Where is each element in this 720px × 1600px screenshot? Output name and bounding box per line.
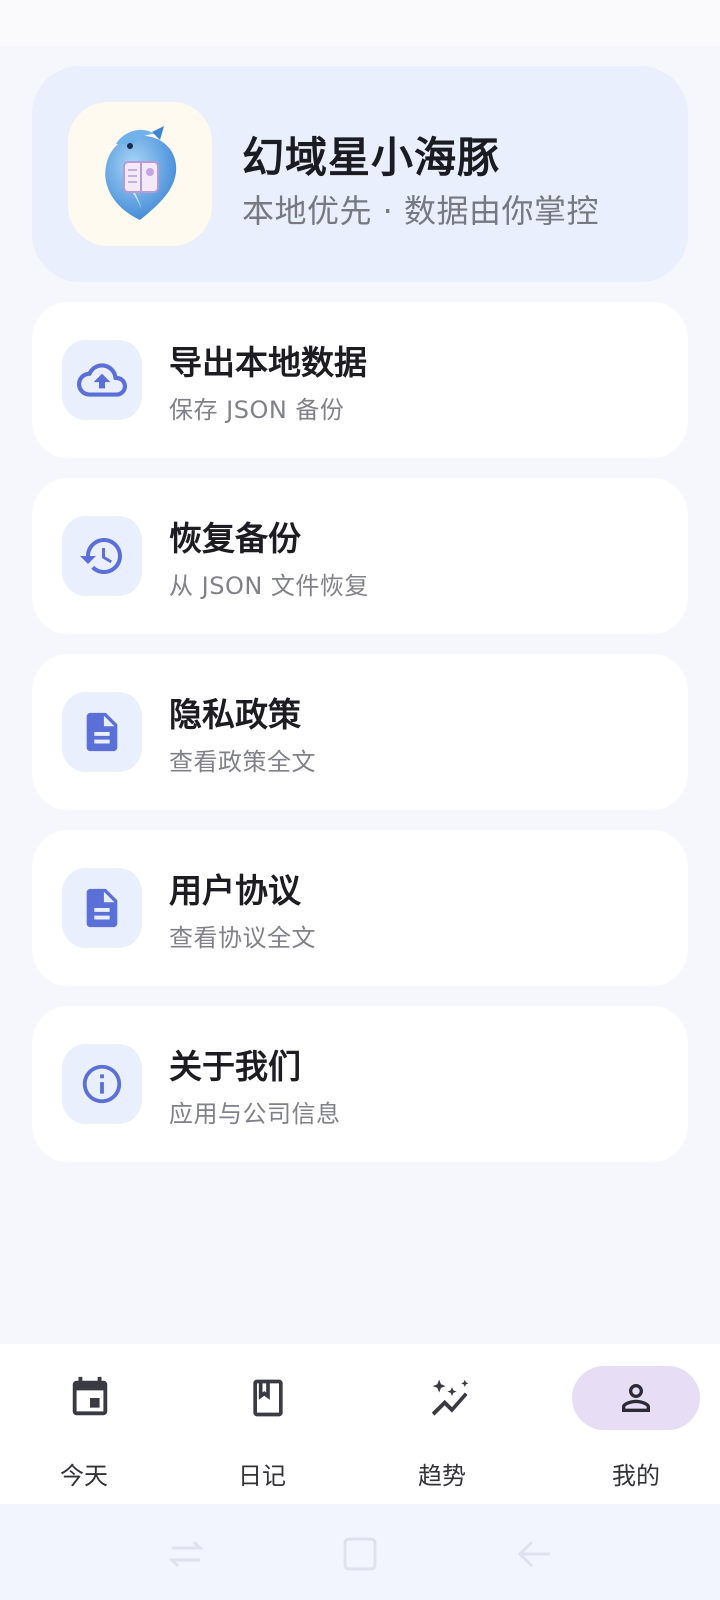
document-icon bbox=[86, 888, 118, 928]
nav-tab-me[interactable]: 我的 bbox=[540, 1344, 720, 1504]
menu-item-privacy-policy[interactable]: 隐私政策 查看政策全文 bbox=[32, 654, 688, 810]
recent-apps-icon bbox=[168, 1540, 204, 1568]
cloud-upload-icon bbox=[77, 363, 127, 397]
app-name: 幻域星小海豚 bbox=[242, 133, 501, 182]
menu-icon-box bbox=[62, 340, 142, 420]
menu-title: 恢复备份 bbox=[169, 519, 301, 558]
nav-icon-container-active bbox=[572, 1366, 700, 1430]
menu-item-export-data[interactable]: 导出本地数据 保存 JSON 备份 bbox=[32, 302, 688, 458]
recent-apps-button[interactable] bbox=[166, 1534, 206, 1574]
nav-icon-container bbox=[204, 1366, 332, 1430]
nav-icon-container bbox=[388, 1366, 516, 1430]
menu-icon-box bbox=[62, 692, 142, 772]
menu-title: 隐私政策 bbox=[169, 695, 301, 734]
info-icon bbox=[82, 1064, 122, 1104]
menu-subtitle: 查看协议全文 bbox=[169, 924, 316, 952]
app-avatar bbox=[68, 102, 212, 246]
dolphin-mascot-icon bbox=[105, 126, 177, 220]
menu-title: 关于我们 bbox=[169, 1047, 301, 1086]
app-slogan: 本地优先 · 数据由你掌控 bbox=[242, 192, 600, 230]
nav-icon-container bbox=[26, 1366, 154, 1430]
person-icon bbox=[622, 1384, 650, 1412]
back-button[interactable] bbox=[514, 1534, 554, 1574]
nav-label: 我的 bbox=[612, 1462, 660, 1490]
nav-label: 趋势 bbox=[418, 1462, 466, 1490]
menu-title: 导出本地数据 bbox=[169, 343, 367, 382]
profile-card: 幻域星小海豚 本地优先 · 数据由你掌控 bbox=[32, 66, 688, 282]
status-bar bbox=[0, 0, 720, 46]
system-navigation-bar bbox=[0, 1504, 720, 1600]
nav-label: 日记 bbox=[238, 1462, 286, 1490]
bookmark-book-icon bbox=[253, 1379, 283, 1417]
menu-icon-box bbox=[62, 868, 142, 948]
calendar-icon bbox=[72, 1376, 108, 1416]
menu-item-about-us[interactable]: 关于我们 应用与公司信息 bbox=[32, 1006, 688, 1162]
document-icon bbox=[86, 712, 118, 752]
menu-subtitle: 从 JSON 文件恢复 bbox=[169, 572, 369, 600]
home-square-icon bbox=[343, 1537, 377, 1571]
menu-item-user-agreement[interactable]: 用户协议 查看协议全文 bbox=[32, 830, 688, 986]
bottom-navigation: 今天 日记 趋势 我的 bbox=[0, 1344, 720, 1504]
menu-icon-box bbox=[62, 1044, 142, 1124]
home-button[interactable] bbox=[340, 1534, 380, 1574]
nav-label: 今天 bbox=[60, 1462, 108, 1490]
menu-subtitle: 应用与公司信息 bbox=[169, 1100, 341, 1128]
back-arrow-icon bbox=[517, 1540, 550, 1568]
nav-tab-trends[interactable]: 趋势 bbox=[360, 1344, 540, 1504]
history-icon bbox=[80, 538, 122, 574]
menu-icon-box bbox=[62, 516, 142, 596]
nav-tab-today[interactable]: 今天 bbox=[0, 1344, 180, 1504]
sparkle-trend-icon bbox=[431, 1379, 469, 1416]
menu-item-restore-backup[interactable]: 恢复备份 从 JSON 文件恢复 bbox=[32, 478, 688, 634]
menu-title: 用户协议 bbox=[169, 871, 301, 910]
menu-subtitle: 查看政策全文 bbox=[169, 748, 316, 776]
nav-tab-diary[interactable]: 日记 bbox=[180, 1344, 360, 1504]
menu-subtitle: 保存 JSON 备份 bbox=[169, 396, 345, 424]
